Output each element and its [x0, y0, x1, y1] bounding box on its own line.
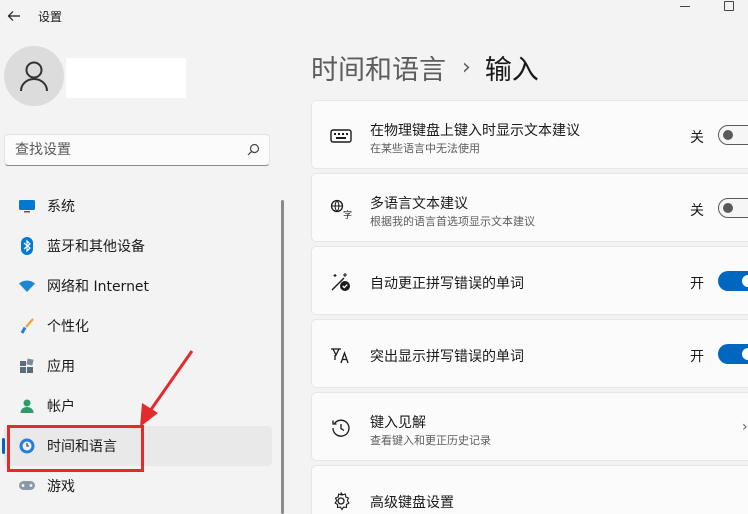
setting-typing-insights[interactable]: 键入见解 查看键入和更正历史记录 ›: [311, 392, 748, 461]
avatar[interactable]: [4, 46, 64, 106]
breadcrumb-separator: ›: [462, 54, 471, 80]
svg-text:字: 字: [343, 209, 352, 219]
toggle-state-label: 开: [690, 276, 704, 292]
annotation-highlight-box: [7, 425, 144, 472]
search-box[interactable]: [4, 134, 270, 166]
wifi-icon: [18, 277, 36, 295]
language-icon: 字: [330, 198, 352, 220]
sidebar-item-network[interactable]: 网络和 Internet: [4, 266, 272, 306]
user-name-redacted: [66, 58, 186, 98]
setting-description: 在某些语言中无法使用: [370, 142, 480, 155]
title-bar: 设置: [0, 0, 748, 32]
search-input[interactable]: [5, 135, 235, 165]
sidebar-item-label: 系统: [47, 199, 75, 215]
sidebar-item-label: 帐户: [47, 399, 75, 415]
breadcrumb: 时间和语言 › 输入: [311, 46, 539, 88]
chevron-right-icon: ›: [742, 419, 748, 435]
setting-description: 根据我的语言首选项显示文本建议: [370, 215, 535, 228]
annotation-arrow-icon: [140, 350, 194, 427]
person-icon: [18, 397, 36, 415]
sidebar-item-gaming[interactable]: 游戏: [4, 466, 272, 506]
apps-icon: [18, 357, 36, 375]
sidebar-item-label: 应用: [47, 359, 75, 375]
sidebar-item-personalization[interactable]: 个性化: [4, 306, 272, 346]
back-arrow-icon: [7, 11, 20, 21]
sidebar-item-label: 个性化: [47, 319, 89, 335]
gear-icon: [330, 490, 352, 512]
toggle-switch[interactable]: [718, 271, 748, 291]
toggle-switch[interactable]: [718, 344, 748, 364]
bluetooth-icon: [18, 237, 36, 255]
minimize-button[interactable]: [680, 6, 692, 8]
search-icon: [247, 143, 260, 156]
toggle-switch[interactable]: [718, 198, 748, 218]
sidebar-item-bluetooth[interactable]: 蓝牙和其他设备: [4, 226, 272, 266]
sidebar-item-label: 网络和 Internet: [47, 279, 150, 295]
brush-icon: [18, 317, 36, 335]
settings-list: 在物理键盘上键入时显示文本建议 在某些语言中无法使用 关 字 多语言文本建议 根…: [311, 100, 748, 514]
setting-title: 在物理键盘上键入时显示文本建议: [370, 123, 580, 139]
autocorrect-icon: [330, 271, 352, 293]
keyboard-icon: [330, 125, 352, 147]
sidebar-item-label: 游戏: [47, 479, 75, 495]
person-icon: [20, 61, 48, 92]
toggle-state-label: 关: [690, 130, 704, 146]
setting-autocorrect[interactable]: 自动更正拼写错误的单词 开: [311, 246, 748, 315]
breadcrumb-parent[interactable]: 时间和语言: [311, 48, 446, 87]
setting-multilingual-suggestions[interactable]: 字 多语言文本建议 根据我的语言首选项显示文本建议 关: [311, 173, 748, 242]
page-title: 输入: [484, 54, 539, 86]
setting-title: 突出显示拼写错误的单词: [370, 349, 524, 365]
setting-text-suggestions-physical[interactable]: 在物理键盘上键入时显示文本建议 在某些语言中无法使用 关: [311, 100, 748, 169]
setting-title: 高级键盘设置: [370, 495, 454, 511]
toggle-state-label: 关: [690, 203, 704, 219]
setting-description: 查看键入和更正历史记录: [370, 434, 491, 447]
spellcheck-icon: [330, 344, 352, 366]
setting-title: 多语言文本建议: [370, 196, 468, 212]
back-button[interactable]: [4, 6, 24, 26]
setting-advanced-keyboard[interactable]: 高级键盘设置: [311, 465, 748, 514]
monitor-icon: [18, 197, 36, 215]
toggle-switch[interactable]: [718, 125, 748, 145]
maximize-button[interactable]: [724, 1, 734, 11]
gamepad-icon: [18, 477, 36, 495]
app-title: 设置: [38, 10, 63, 24]
sidebar-item-system[interactable]: 系统: [4, 186, 272, 226]
history-icon: [330, 417, 352, 439]
setting-title: 自动更正拼写错误的单词: [370, 276, 524, 292]
toggle-state-label: 开: [690, 349, 704, 365]
sidebar-item-label: 蓝牙和其他设备: [47, 239, 145, 255]
setting-title: 键入见解: [370, 415, 426, 431]
setting-highlight-misspelled[interactable]: 突出显示拼写错误的单词 开: [311, 319, 748, 388]
sidebar-scrollbar[interactable]: [281, 200, 284, 514]
